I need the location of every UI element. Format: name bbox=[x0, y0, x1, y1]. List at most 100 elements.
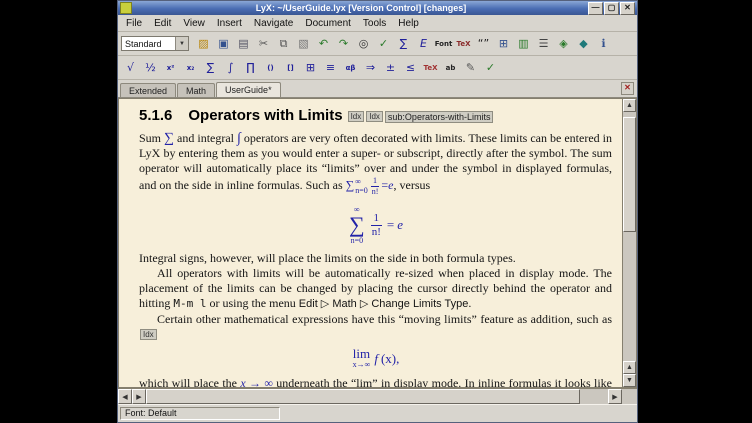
sum-icon[interactable]: ∑ bbox=[201, 59, 220, 77]
minimize-button[interactable]: — bbox=[588, 2, 603, 15]
combo-dropdown-arrow[interactable]: ▼ bbox=[175, 37, 188, 50]
integral-icon[interactable]: ∫ bbox=[221, 59, 240, 77]
index-badge[interactable]: Idx bbox=[348, 111, 365, 122]
inline-math: ∫ bbox=[237, 131, 241, 145]
scroll-left-button[interactable]: ◀ bbox=[118, 389, 132, 404]
insert-figure-icon-glyph: ▥ bbox=[518, 37, 528, 50]
math-panel-icon[interactable]: ◆ bbox=[574, 35, 593, 53]
redo-icon-glyph: ↷ bbox=[339, 37, 348, 50]
copy-icon[interactable]: ⧉ bbox=[274, 35, 293, 53]
style-icon[interactable]: ✎ bbox=[461, 59, 480, 77]
cut-icon[interactable]: ✂ bbox=[254, 35, 273, 53]
scroll-right-button[interactable]: ▶ bbox=[608, 389, 622, 404]
find-icon[interactable]: ◎ bbox=[354, 35, 373, 53]
math-text: → ∞ bbox=[246, 376, 273, 388]
index-badge[interactable]: Idx bbox=[140, 329, 157, 340]
vertical-scrollbar[interactable]: ▲ ▲ ▼ bbox=[622, 98, 637, 388]
paste-icon[interactable]: ▧ bbox=[294, 35, 313, 53]
tab-math[interactable]: Math bbox=[177, 83, 215, 97]
menu-help[interactable]: Help bbox=[392, 17, 425, 30]
menu-file[interactable]: File bbox=[120, 17, 148, 30]
delimiters-icon[interactable]: () bbox=[261, 59, 280, 77]
math-identifier: f bbox=[374, 351, 378, 367]
tex-icon[interactable]: TeX bbox=[454, 35, 473, 53]
menu-view[interactable]: View bbox=[177, 17, 211, 30]
fraction-icon[interactable]: ½ bbox=[141, 59, 160, 77]
scroll-up-button[interactable]: ▲ bbox=[623, 99, 636, 112]
menu-edit[interactable]: Edit bbox=[148, 17, 177, 30]
greek-icon[interactable]: αβ bbox=[341, 59, 360, 77]
paragraph-style-combo[interactable]: Standard ▼ bbox=[121, 36, 189, 51]
titlebar[interactable]: LyX: ~/UserGuide.lyx [Version Control] [… bbox=[118, 1, 637, 15]
arrows-icon-glyph: ⇒ bbox=[366, 61, 375, 74]
brackets-icon[interactable]: [] bbox=[281, 59, 300, 77]
scroll-right-button-left[interactable]: ▶ bbox=[132, 389, 146, 404]
insert-figure-icon[interactable]: ▥ bbox=[514, 35, 533, 53]
label-inset[interactable]: sub:Operators-with-Limits bbox=[385, 111, 494, 123]
math-panel-icon-glyph: ◆ bbox=[579, 37, 587, 50]
menu-navigate[interactable]: Navigate bbox=[248, 17, 299, 30]
tab-userguide[interactable]: UserGuide* bbox=[216, 82, 281, 97]
font-icon-glyph: Font bbox=[435, 40, 453, 48]
vertical-scroll-track[interactable] bbox=[623, 112, 636, 361]
math-identifier: e bbox=[388, 178, 393, 192]
font-icon[interactable]: Font bbox=[434, 35, 453, 53]
insert-math-icon[interactable]: ∑ bbox=[394, 35, 413, 53]
horizontal-scrollbar[interactable]: ◀ ▶ ▶ bbox=[118, 388, 637, 404]
save-icon[interactable]: ▣ bbox=[214, 35, 233, 53]
emphasis-icon[interactable]: E bbox=[414, 35, 433, 53]
arrows-icon[interactable]: ⇒ bbox=[361, 59, 380, 77]
formula: limx→∞f(x), bbox=[352, 347, 400, 370]
math-text: (x), bbox=[381, 351, 399, 367]
keyboard-shortcut: M-m l bbox=[173, 297, 206, 310]
matrix-icon[interactable]: ⊞ bbox=[301, 59, 320, 77]
redo-icon[interactable]: ↷ bbox=[334, 35, 353, 53]
subscript-icon[interactable]: x₂ bbox=[181, 59, 200, 77]
open-icon[interactable]: ▨ bbox=[194, 35, 213, 53]
superscript-icon[interactable]: x² bbox=[161, 59, 180, 77]
print-icon-glyph: ▤ bbox=[238, 37, 248, 50]
quote-icon[interactable]: “” bbox=[474, 35, 493, 53]
print-icon[interactable]: ▤ bbox=[234, 35, 253, 53]
horizontal-scroll-track[interactable] bbox=[146, 389, 608, 404]
display-formula[interactable]: ∞∑n=01n!=e bbox=[139, 201, 612, 245]
tex-mode-icon[interactable]: TeX bbox=[421, 59, 440, 77]
display-formula[interactable]: limx→∞f(x), bbox=[139, 347, 612, 370]
close-tab-button[interactable]: ✕ bbox=[621, 82, 634, 95]
equation-icon[interactable]: ≡ bbox=[321, 59, 340, 77]
spellcheck-icon[interactable]: ✓ bbox=[374, 35, 393, 53]
math-numerator: 1 bbox=[373, 176, 377, 186]
horizontal-scroll-thumb[interactable] bbox=[146, 389, 580, 404]
tab-extended[interactable]: Extended bbox=[120, 83, 176, 97]
operators-icon[interactable]: ± bbox=[381, 59, 400, 77]
math-identifier: e bbox=[397, 217, 403, 233]
depth-icon[interactable]: ◈ bbox=[554, 35, 573, 53]
matrix-icon-glyph: ⊞ bbox=[306, 61, 315, 74]
insert-table-icon[interactable]: ⊞ bbox=[494, 35, 513, 53]
index-badge[interactable]: Idx bbox=[366, 111, 383, 122]
math-text: ∑ bbox=[346, 178, 355, 192]
relations-icon[interactable]: ≤ bbox=[401, 59, 420, 77]
math-fraction: 1n! bbox=[371, 176, 380, 196]
document-canvas[interactable]: 5.1.6Operators with LimitsIdxIdxsub:Oper… bbox=[118, 98, 622, 388]
insert-math-icon-glyph: ∑ bbox=[400, 37, 407, 50]
maximize-button[interactable]: ▢ bbox=[604, 2, 619, 15]
menu-tools[interactable]: Tools bbox=[357, 17, 392, 30]
undo-icon[interactable]: ↶ bbox=[314, 35, 333, 53]
info-icon[interactable]: ℹ bbox=[594, 35, 613, 53]
vertical-scroll-thumb[interactable] bbox=[623, 117, 636, 232]
fraction-icon-glyph: ½ bbox=[145, 61, 156, 74]
menu-insert[interactable]: Insert bbox=[211, 17, 248, 30]
toc-icon[interactable]: ☰ bbox=[534, 35, 553, 53]
scroll-down-button[interactable]: ▼ bbox=[623, 374, 636, 387]
section-number: 5.1.6 bbox=[139, 107, 172, 124]
check-icon[interactable]: ✓ bbox=[481, 59, 500, 77]
sqrt-icon[interactable]: √ bbox=[121, 59, 140, 77]
scroll-up-button-bottom[interactable]: ▲ bbox=[623, 361, 636, 374]
menu-document[interactable]: Document bbox=[299, 17, 357, 30]
product-icon[interactable]: ∏ bbox=[241, 59, 260, 77]
toolbar-math: √ ½ x² x₂∑∫∏()[] ⊞ ≡αβ ⇒ ±≤TeXab✎✓ bbox=[118, 56, 637, 80]
superscript-icon-glyph: x² bbox=[167, 64, 175, 72]
close-button[interactable]: ✕ bbox=[620, 2, 635, 15]
text-mode-icon[interactable]: ab bbox=[441, 59, 460, 77]
